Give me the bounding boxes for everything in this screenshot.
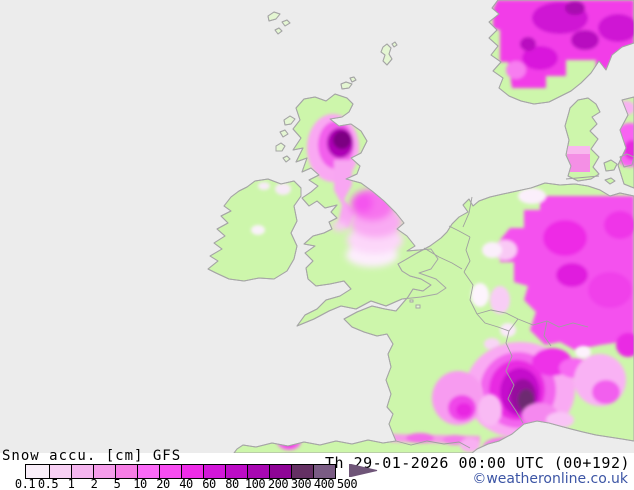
legend-tick-label: 200 bbox=[267, 477, 289, 490]
legend-tick-label: 0.1 bbox=[14, 477, 36, 490]
legend-tick-label: 10 bbox=[133, 477, 147, 490]
legend-tick-label: 400 bbox=[313, 477, 335, 490]
weather-map-page: Snow accu. [cm] GFS Th 29-01-2026 00:00 … bbox=[0, 0, 634, 490]
product-title: Snow accu. [cm] GFS bbox=[2, 448, 182, 464]
legend-tick-label: 100 bbox=[244, 477, 266, 490]
legend-tick-label: 60 bbox=[202, 477, 216, 490]
map-canvas bbox=[0, 0, 634, 454]
legend-tick-label: 2 bbox=[90, 477, 98, 490]
legend-arrow-icon bbox=[349, 464, 378, 477]
legend-tick-label: 80 bbox=[225, 477, 239, 490]
copyright-text: ©weatheronline.co.uk bbox=[472, 471, 628, 487]
weather-map bbox=[0, 0, 634, 454]
legend-ticks: 0.1 0.5 1 2 5 10 20 40 60 80 100 200 300 400 500 bbox=[15, 477, 385, 490]
legend-tick-label: 500 bbox=[336, 477, 358, 490]
legend-tick-label: 5 bbox=[113, 477, 121, 490]
legend-tick-label: 20 bbox=[156, 477, 170, 490]
legend-tick-label: 40 bbox=[179, 477, 193, 490]
legend-tick-label: 1 bbox=[67, 477, 75, 490]
legend-tick-label: 0.5 bbox=[37, 477, 59, 490]
legend-tick-label: 300 bbox=[290, 477, 312, 490]
